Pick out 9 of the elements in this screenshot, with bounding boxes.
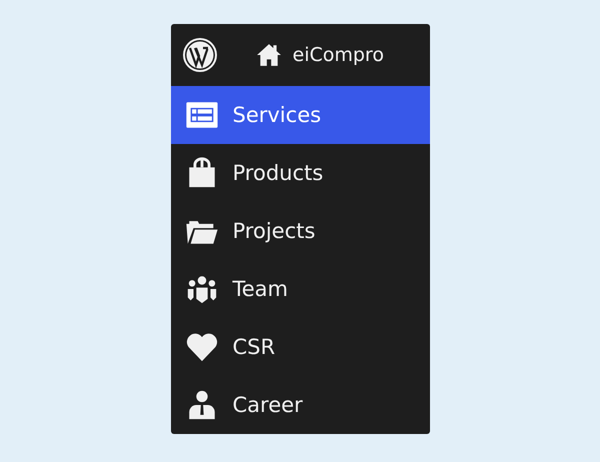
menu-item[interactable]: Projects xyxy=(170,202,430,260)
home-icon[interactable] xyxy=(256,42,282,68)
menu-item[interactable]: Career xyxy=(170,376,430,434)
menu-item[interactable]: Team xyxy=(170,260,430,318)
site-title[interactable]: eiCompro xyxy=(292,44,384,66)
wordpress-logo-icon[interactable] xyxy=(182,37,218,73)
menu-item[interactable]: Services xyxy=(170,86,430,144)
menu-item[interactable]: Products xyxy=(170,144,430,202)
menu-item[interactable]: CSR xyxy=(170,318,430,376)
